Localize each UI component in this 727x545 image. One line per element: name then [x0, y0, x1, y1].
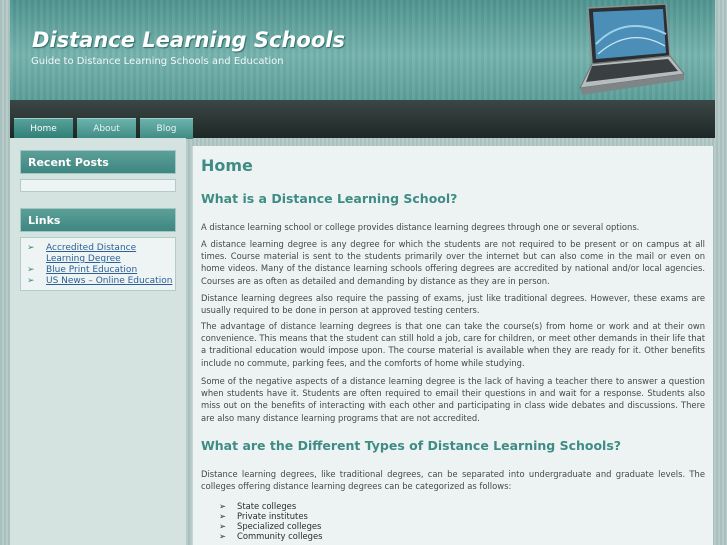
site-header: Distance Learning Schools Guide to Dista…: [10, 0, 715, 100]
list-item: ➢ Blue Print Education: [27, 265, 173, 276]
paragraph: Distance learning degrees, like traditio…: [201, 469, 705, 492]
recent-posts-list: [20, 179, 176, 192]
links-heading: Links: [20, 208, 176, 232]
list-item-label: Community colleges: [237, 531, 323, 541]
link-blue-print-education[interactable]: Blue Print Education: [46, 265, 174, 276]
arrow-icon: ➢: [27, 276, 35, 286]
main-nav: Home About Blog: [10, 100, 715, 139]
link-accredited-degree[interactable]: Accredited Distance Learning Degree: [46, 243, 174, 265]
main-content: Home What is a Distance Learning School?…: [192, 146, 713, 545]
tab-about[interactable]: About: [77, 118, 136, 139]
recent-posts-heading: Recent Posts: [20, 150, 176, 174]
sidebar: Recent Posts Links ➢ Accredited Distance…: [10, 138, 186, 545]
links-list: ➢ Accredited Distance Learning Degree ➢ …: [20, 237, 176, 291]
tab-home[interactable]: Home: [14, 118, 73, 139]
list-item: ➢ Accredited Distance Learning Degree: [27, 243, 173, 265]
arrow-icon: ➢: [219, 511, 227, 521]
arrow-icon: ➢: [219, 531, 227, 541]
paragraph: A distance learning school or college pr…: [201, 222, 640, 232]
arrow-icon: ➢: [219, 501, 227, 511]
page-title: Home: [201, 156, 253, 175]
paragraph: The advantage of distance learning degre…: [201, 321, 705, 368]
list-item-label: Private institutes: [237, 511, 308, 521]
page-wrapper: Distance Learning Schools Guide to Dista…: [10, 0, 715, 545]
paragraph: Some of the negative aspects of a distan…: [201, 376, 705, 423]
tab-blog[interactable]: Blog: [140, 118, 193, 139]
list-item: ➢ US News – Online Education: [27, 276, 173, 287]
arrow-icon: ➢: [219, 521, 227, 531]
list-item: ➢ State colleges: [219, 501, 296, 511]
site-title[interactable]: Distance Learning Schools: [32, 28, 345, 52]
section-heading: What is a Distance Learning School?: [201, 191, 458, 206]
section-heading: What are the Different Types of Distance…: [201, 438, 622, 453]
list-item-label: State colleges: [237, 501, 297, 511]
list-item: ➢ Private institutes: [219, 511, 308, 521]
list-item-label: Specialized colleges: [237, 521, 322, 531]
paragraph: A distance learning degree is any degree…: [201, 239, 705, 286]
list-item: ➢ Specialized colleges: [219, 521, 321, 531]
paragraph: Distance learning degrees also require t…: [201, 293, 705, 316]
arrow-icon: ➢: [27, 243, 35, 253]
laptop-icon: [579, 4, 685, 95]
link-us-news-online-education[interactable]: US News – Online Education: [46, 276, 174, 287]
arrow-icon: ➢: [27, 265, 35, 275]
site-tagline: Guide to Distance Learning Schools and E…: [31, 56, 284, 67]
list-item: ➢ Community colleges: [219, 531, 323, 541]
